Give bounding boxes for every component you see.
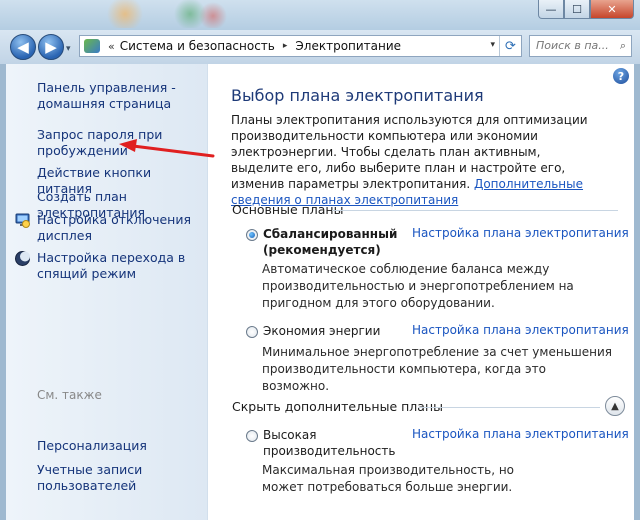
sidebar-item-user-accounts[interactable]: Учетные записи пользователей (37, 462, 207, 494)
annotation-arrow-icon (119, 139, 215, 158)
plan-description-high-performance: Максимальная производительность, но може… (262, 463, 515, 494)
search-placeholder: Поиск в па... (536, 39, 609, 52)
address-bar[interactable]: « Система и безопасность ▸ Электропитани… (79, 35, 522, 57)
sidebar-item-personalization[interactable]: Персонализация (37, 438, 207, 454)
sidebar-item-sleep-mode[interactable]: Настройка перехода в спящий режим (37, 250, 207, 282)
divider (418, 407, 600, 408)
breadcrumb-system-security[interactable]: Система и безопасность (120, 39, 275, 53)
page-description: Планы электропитания используются для оп… (231, 112, 601, 208)
breadcrumb-power-options[interactable]: Электропитание (295, 39, 401, 53)
sidebar-item-display-off[interactable]: Настройка отключения дисплея (37, 212, 207, 244)
moon-icon (15, 251, 30, 266)
plan-settings-link-high-performance[interactable]: Настройка плана электропитания (412, 427, 629, 441)
forward-button[interactable]: ▶ (38, 34, 64, 60)
plan-description-power-saver: Минимальное энергопотребление за счет ум… (262, 345, 612, 393)
title-bar-background (95, 0, 235, 28)
help-icon[interactable]: ? (613, 68, 629, 84)
page-title: Выбор плана электропитания (231, 86, 484, 105)
search-icon[interactable]: ⌕ (620, 39, 626, 53)
divider (332, 210, 618, 211)
plan-settings-link-power-saver[interactable]: Настройка плана электропитания (412, 323, 629, 337)
close-button[interactable]: ✕ (590, 0, 634, 19)
plan-name-balanced[interactable]: Сбалансированный (рекомендуется) (263, 226, 413, 258)
minimize-button[interactable]: — (538, 0, 564, 19)
radio-balanced[interactable] (246, 229, 258, 241)
back-button[interactable]: ◀ (10, 34, 36, 60)
plan-name-high-performance[interactable]: Высокая производительность (263, 427, 403, 459)
breadcrumb-separator-icon[interactable]: ▸ (283, 41, 288, 51)
search-input[interactable]: Поиск в па... ⌕ (529, 35, 632, 57)
sidebar-item-control-panel-home[interactable]: Панель управления - домашняя страница (37, 80, 207, 112)
radio-power-saver[interactable] (246, 326, 258, 338)
address-overflow-icon[interactable]: « (108, 40, 115, 53)
plan-settings-link-balanced[interactable]: Настройка плана электропитания (412, 226, 629, 240)
window-controls: — ☐ ✕ (538, 0, 634, 19)
basic-plans-heading: Основные планы (232, 202, 344, 217)
maximize-button[interactable]: ☐ (564, 0, 590, 19)
plan-name-power-saver[interactable]: Экономия энергии (263, 323, 413, 339)
see-also-heading: См. также (37, 388, 102, 402)
navigation-bar: ◀ ▶ ▾ « Система и безопасность ▸ Электро… (0, 30, 640, 64)
main-panel: ? Выбор плана электропитания Планы элект… (208, 64, 634, 520)
collapse-icon[interactable]: ▲ (605, 396, 625, 416)
monitor-icon (15, 213, 30, 228)
client-area: Панель управления - домашняя страница За… (6, 64, 634, 520)
history-dropdown-icon[interactable]: ▾ (66, 44, 71, 54)
sidebar: Панель управления - домашняя страница За… (6, 64, 208, 520)
extra-plans-heading[interactable]: Скрыть дополнительные планы (232, 399, 443, 414)
radio-high-performance[interactable] (246, 430, 258, 442)
refresh-icon[interactable]: ⟳ (499, 36, 521, 56)
control-panel-icon (84, 39, 100, 53)
title-bar: — ☐ ✕ (0, 0, 640, 30)
plan-description-balanced: Автоматическое соблюдение баланса между … (262, 262, 574, 310)
address-dropdown-icon[interactable]: ▾ (490, 40, 495, 50)
